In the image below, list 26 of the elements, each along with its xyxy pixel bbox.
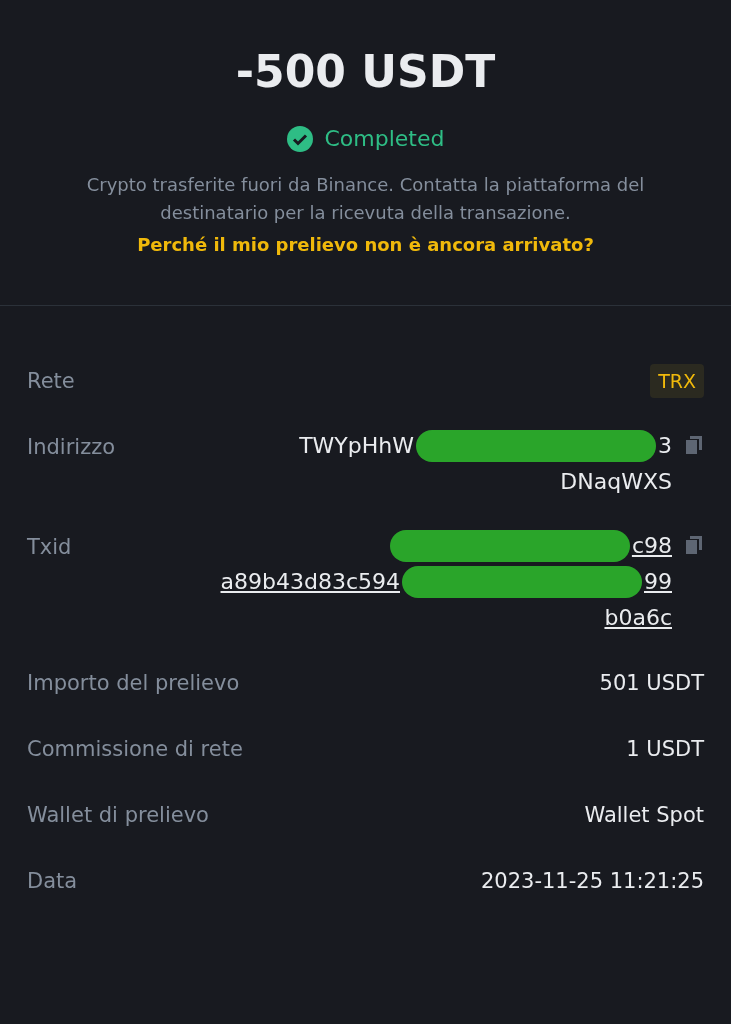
detail-label: Txid [27,534,72,561]
detail-label: Commissione di rete [27,736,243,763]
status-label: Completed [324,125,445,153]
txid-text[interactable]: c98 [631,530,672,562]
network-badge: TRX [650,364,704,398]
detail-value: 2023-11-25 11:21:25 [480,868,704,895]
detail-value: Wallet Spot [584,802,704,829]
detail-value: 501 USDT [599,670,704,697]
copy-icon[interactable] [684,534,704,556]
description-text: Crypto trasferite fuori da Binance. Contatta la piattaforma del destinatario per la ricevuta della transazione. [85,173,646,225]
detail-label: Rete [27,368,75,395]
detail-label: Wallet di prelievo [27,802,209,829]
address-text: DNaqWXS [560,468,672,496]
detail-label: Data [27,868,78,895]
check-circle-icon [286,125,313,152]
txid-text[interactable]: a89b43d83c594 [220,566,400,598]
detail-value: 1 USDT [626,736,704,763]
help-link[interactable]: Perché il mio prelievo non è ancora arrivato? [137,229,594,261]
amount-title: -500 USDT [235,45,496,99]
detail-label: Indirizzo [27,434,116,461]
detail-label: Importo del prelievo [27,670,240,697]
address-text: 3 [658,432,672,460]
address-text: TWYpHhW [299,432,414,460]
copy-icon[interactable] [684,434,704,456]
txid-text[interactable]: 99 [644,566,672,598]
txid-text[interactable]: b0a6c [604,602,672,634]
